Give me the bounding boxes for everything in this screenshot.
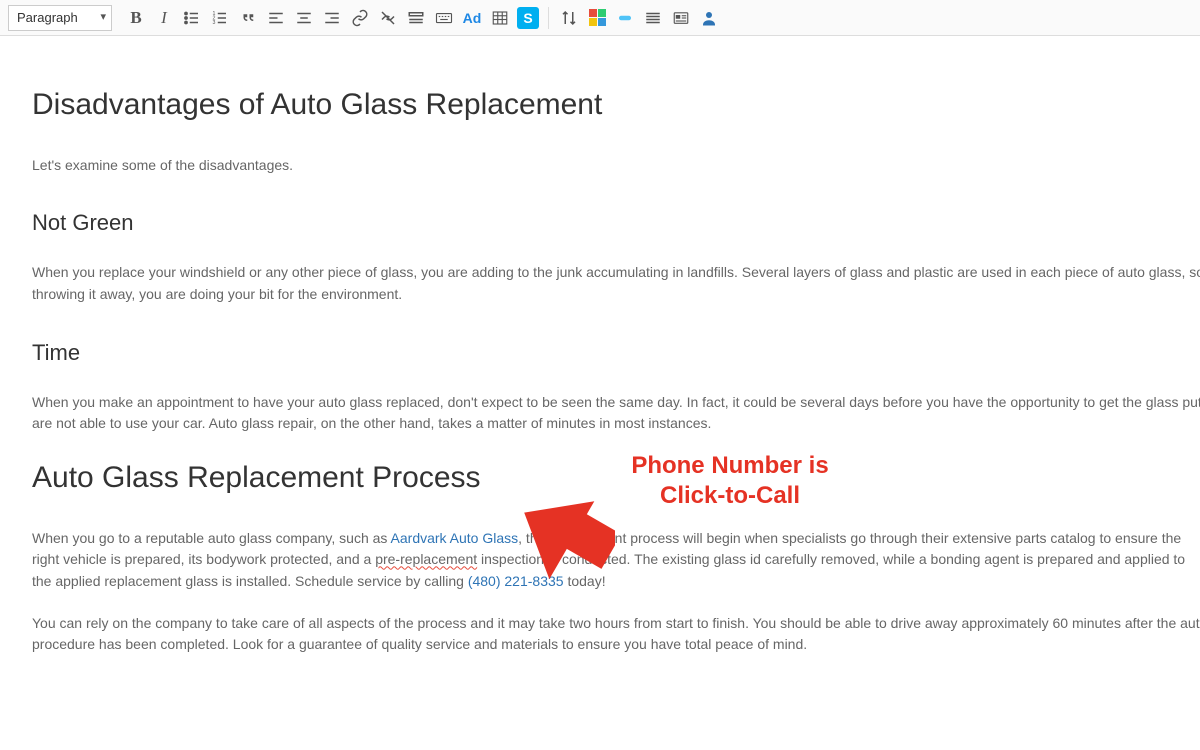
sort-button[interactable] <box>555 4 583 32</box>
editor-content[interactable]: Disadvantages of Auto Glass Replacement … <box>0 36 1200 716</box>
paragraph: Let's examine some of the disadvantages. <box>32 155 1200 177</box>
keyboard-button[interactable] <box>430 4 458 32</box>
color-picker-button[interactable] <box>583 4 611 32</box>
bullet-list-button[interactable] <box>178 4 206 32</box>
paragraph: When you replace your windshield or any … <box>32 262 1200 305</box>
phone-link[interactable]: (480) 221-8335 <box>468 573 564 589</box>
unlink-button[interactable] <box>374 4 402 32</box>
heading-disadvantages: Disadvantages of Auto Glass Replacement <box>32 82 1200 129</box>
editor-toolbar: Paragraph B I 123 Ad S <box>0 0 1200 36</box>
highlight-button[interactable] <box>611 4 639 32</box>
justify-button[interactable] <box>639 4 667 32</box>
format-select[interactable]: Paragraph <box>8 5 112 31</box>
heading-process: Auto Glass Replacement Process <box>32 455 1200 502</box>
align-center-button[interactable] <box>290 4 318 32</box>
heading-not-green: Not Green <box>32 206 1200 240</box>
bold-button[interactable]: B <box>122 4 150 32</box>
toolbar-separator <box>548 7 549 29</box>
link-button[interactable] <box>346 4 374 32</box>
blockquote-button[interactable] <box>234 4 262 32</box>
svg-text:3: 3 <box>213 20 216 26</box>
ad-button[interactable]: Ad <box>458 4 486 32</box>
insert-more-button[interactable] <box>402 4 430 32</box>
paragraph: When you go to a reputable auto glass co… <box>32 528 1200 593</box>
user-button[interactable] <box>695 4 723 32</box>
heading-time: Time <box>32 336 1200 370</box>
align-right-button[interactable] <box>318 4 346 32</box>
paragraph: You can rely on the company to take care… <box>32 613 1200 656</box>
numbered-list-button[interactable]: 123 <box>206 4 234 32</box>
skype-button[interactable]: S <box>517 7 539 29</box>
table-button[interactable] <box>486 4 514 32</box>
spellcheck-mark: pre-replacement <box>375 551 477 567</box>
paragraph: When you make an appointment to have you… <box>32 392 1200 435</box>
card-button[interactable] <box>667 4 695 32</box>
align-left-button[interactable] <box>262 4 290 32</box>
italic-button[interactable]: I <box>150 4 178 32</box>
company-link[interactable]: Aardvark Auto Glass <box>391 530 519 546</box>
